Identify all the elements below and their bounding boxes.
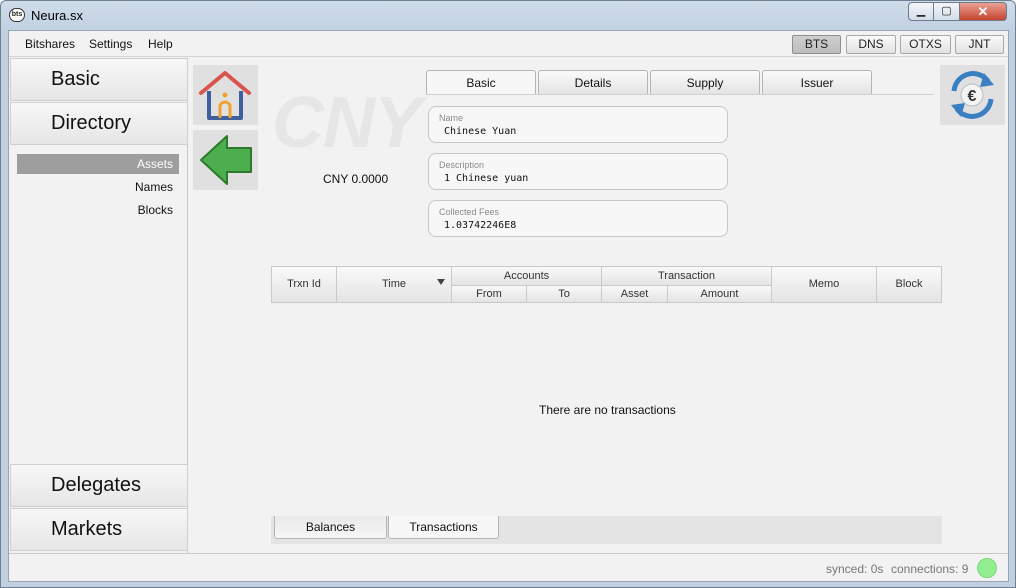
col-time[interactable]: Time	[337, 267, 452, 302]
col-block[interactable]: Block	[877, 267, 941, 302]
tab-transactions[interactable]: Transactions	[388, 516, 499, 539]
collected-fees-field-value: 1.03742246E8	[444, 220, 517, 231]
home-button[interactable]	[193, 65, 258, 125]
collected-fees-field: Collected Fees 1.03742246E8	[428, 200, 728, 237]
network-otxs-button[interactable]: OTXS	[900, 35, 951, 54]
name-field-value: Chinese Yuan	[444, 126, 517, 137]
nav-markets[interactable]: Markets	[10, 508, 188, 551]
currency-exchange-badge: €	[940, 65, 1005, 125]
subnav-blocks[interactable]: Blocks	[17, 200, 179, 220]
title-bar[interactable]: bts Neura.sx ▁ ▢ ✕	[1, 1, 1015, 29]
asset-balance: CNY 0.0000	[323, 172, 389, 186]
empty-transactions-message: There are no transactions	[539, 403, 676, 417]
nav-directory[interactable]: Directory	[10, 102, 188, 145]
minimize-button[interactable]: ▁	[908, 2, 934, 21]
connections-status: connections: 9	[891, 562, 969, 576]
nav-delegates[interactable]: Delegates	[10, 464, 188, 507]
subnav-assets[interactable]: Assets	[17, 154, 179, 174]
col-memo[interactable]: Memo	[772, 267, 877, 302]
connection-indicator-icon	[977, 558, 997, 578]
tab-basic[interactable]: Basic	[426, 70, 536, 95]
home-icon	[199, 71, 251, 120]
description-field: Description 1 Chinese yuan	[428, 153, 728, 190]
back-button[interactable]	[193, 130, 258, 190]
svg-text:€: €	[968, 88, 977, 105]
network-jnt-button[interactable]: JNT	[955, 35, 1004, 54]
tab-strip-line	[426, 94, 934, 95]
menu-bar: Bitshares Settings Help BTS DNS OTXS JNT	[9, 31, 1008, 57]
transactions-table-header: Trxn Id Time Accounts From To Transactio…	[271, 266, 942, 303]
close-button[interactable]: ✕	[959, 2, 1007, 21]
bottom-tab-bar: Balances Transactions	[271, 516, 942, 544]
col-asset[interactable]: Asset	[602, 285, 668, 302]
network-bts-button[interactable]: BTS	[792, 35, 841, 54]
menu-settings[interactable]: Settings	[89, 37, 132, 51]
col-from[interactable]: From	[452, 285, 527, 302]
tab-balances[interactable]: Balances	[274, 516, 387, 539]
description-field-value: 1 Chinese yuan	[444, 173, 529, 184]
maximize-button[interactable]: ▢	[933, 2, 960, 21]
nav-basic[interactable]: Basic	[10, 58, 188, 101]
network-dns-button[interactable]: DNS	[846, 35, 896, 54]
description-field-label: Description	[439, 160, 485, 170]
col-trxn-id[interactable]: Trxn Id	[272, 267, 337, 302]
col-time-label: Time	[381, 278, 407, 290]
col-amount[interactable]: Amount	[668, 285, 772, 302]
sort-descending-icon	[437, 279, 445, 285]
status-bar: synced: 0s connections: 9	[9, 553, 1008, 581]
client-area: Bitshares Settings Help BTS DNS OTXS JNT…	[8, 30, 1009, 582]
asset-symbol-watermark: CNY	[272, 83, 422, 163]
subnav-names[interactable]: Names	[17, 177, 179, 197]
main-panel: CNY CNY 0.0000 Basic Details Supply Issu…	[190, 58, 1008, 553]
back-arrow-icon	[200, 135, 252, 185]
menu-help[interactable]: Help	[148, 37, 173, 51]
col-group-transaction: Transaction	[602, 267, 772, 285]
menu-bitshares[interactable]: Bitshares	[25, 37, 75, 51]
tab-supply[interactable]: Supply	[650, 70, 760, 94]
col-to[interactable]: To	[527, 285, 602, 302]
bitshares-logo-icon: bts	[9, 8, 25, 22]
col-group-accounts: Accounts	[452, 267, 602, 285]
sidebar: Basic Directory Assets Names Blocks Dele…	[10, 58, 188, 553]
tab-details[interactable]: Details	[538, 70, 648, 94]
name-field-label: Name	[439, 113, 464, 123]
synced-status: synced: 0s	[826, 562, 884, 576]
euro-exchange-icon: €	[951, 71, 994, 119]
tab-issuer[interactable]: Issuer	[762, 70, 872, 94]
collected-fees-field-label: Collected Fees	[439, 207, 500, 217]
app-window: bts Neura.sx ▁ ▢ ✕ Bitshares Settings He…	[0, 0, 1016, 588]
window-title: Neura.sx	[31, 8, 84, 23]
name-field: Name Chinese Yuan	[428, 106, 728, 143]
